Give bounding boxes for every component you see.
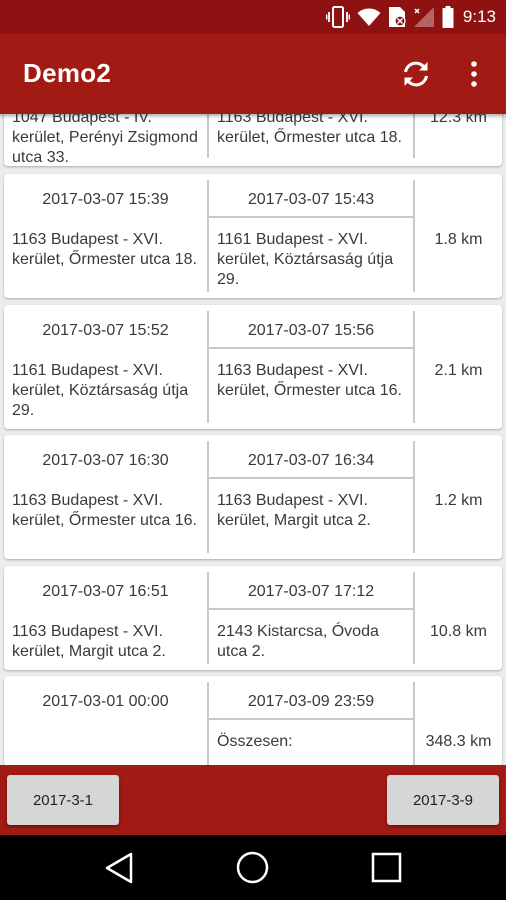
sim-card-icon <box>388 7 406 27</box>
trip-distance: 10.8 km <box>430 623 487 640</box>
trip-end-time: 2017-03-07 17:12 <box>247 583 375 600</box>
summary-card: 2017-03-01 00:00 2017-03-09 23:59 Összes… <box>4 676 502 765</box>
trip-card[interactable]: 2017-03-07 15:39 2017-03-07 15:43 1163 B… <box>4 174 502 298</box>
overflow-menu-icon[interactable] <box>462 58 486 90</box>
end-date-button[interactable]: 2017-3-9 <box>387 775 499 825</box>
status-bar: 9:13 <box>0 0 506 34</box>
trip-to: 1163 Budapest - XVI. kerület, Margit utc… <box>217 492 371 529</box>
summary-label: Összesen: <box>217 733 293 750</box>
trip-to: 1163 Budapest - XVI. kerület, Őrmester u… <box>217 362 402 399</box>
trip-to: 1161 Budapest - XVI. kerület, Köztársasá… <box>217 231 394 288</box>
trip-from: 1163 Budapest - XVI. kerület, Őrmester u… <box>12 231 197 268</box>
refresh-icon[interactable] <box>400 58 432 90</box>
trip-to: 1163 Budapest - XVI. kerület, Őrmester u… <box>217 114 402 146</box>
trip-distance: 1.8 km <box>434 231 483 248</box>
trip-end-time: 2017-03-07 15:56 <box>247 322 375 339</box>
status-time: 9:13 <box>462 7 496 26</box>
wifi-icon <box>357 8 381 26</box>
vibrate-icon <box>325 6 350 28</box>
trip-start-time: 2017-03-07 15:52 <box>42 322 169 339</box>
battery-icon <box>442 6 454 28</box>
trip-distance: 12.3 km <box>430 114 487 126</box>
trip-card[interactable]: 1047 Budapest - IV. kerület, Perényi Zsi… <box>4 114 502 166</box>
trip-card[interactable]: 2017-03-07 16:30 2017-03-07 16:34 1163 B… <box>4 435 502 559</box>
trip-start-time: 2017-03-07 15:39 <box>42 191 169 208</box>
trip-end-time: 2017-03-07 15:43 <box>247 191 375 208</box>
summary-end-date: 2017-03-09 23:59 <box>247 693 375 710</box>
app-title: Demo2 <box>23 58 112 88</box>
recent-apps-icon[interactable] <box>371 852 402 883</box>
trip-to: 2143 Kistarcsa, Óvoda utca 2. <box>217 623 379 660</box>
navigation-bar <box>0 835 506 900</box>
trip-list[interactable]: 1047 Budapest - IV. kerület, Perényi Zsi… <box>0 114 506 765</box>
trip-from: 1163 Budapest - XVI. kerület, Margit utc… <box>12 623 166 660</box>
date-range-bar: 2017-3-1 2017-3-9 <box>0 765 506 835</box>
summary-total-distance: 348.3 km <box>425 733 492 750</box>
trip-card[interactable]: 2017-03-07 16:51 2017-03-07 17:12 1163 B… <box>4 566 502 670</box>
start-date-button[interactable]: 2017-3-1 <box>7 775 119 825</box>
trip-start-time: 2017-03-07 16:51 <box>42 583 169 600</box>
back-icon[interactable] <box>104 852 134 884</box>
trip-distance: 1.2 km <box>434 492 483 509</box>
summary-start-date: 2017-03-01 00:00 <box>42 693 169 710</box>
signal-icon <box>413 7 434 27</box>
trip-from: 1163 Budapest - XVI. kerület, Őrmester u… <box>12 492 197 529</box>
trip-from: 1161 Budapest - XVI. kerület, Köztársasá… <box>12 362 189 419</box>
home-icon[interactable] <box>236 851 269 884</box>
trip-from: 1047 Budapest - IV. kerület, Perényi Zsi… <box>12 114 198 166</box>
trip-distance: 2.1 km <box>434 362 483 379</box>
trip-start-time: 2017-03-07 16:30 <box>42 452 169 469</box>
app-bar: Demo2 <box>0 34 506 114</box>
trip-card[interactable]: 2017-03-07 15:52 2017-03-07 15:56 1161 B… <box>4 305 502 429</box>
trip-end-time: 2017-03-07 16:34 <box>247 452 375 469</box>
